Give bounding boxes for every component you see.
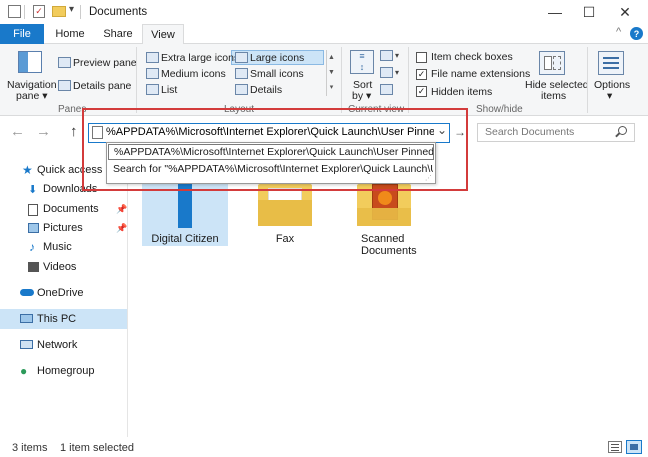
sort-by-icon[interactable]: ≡ ↕ — [350, 50, 374, 74]
file-name-extensions-checkbox[interactable]: ✓ — [416, 69, 427, 80]
document-icon — [28, 204, 38, 216]
extra-large-icons-icon — [146, 52, 159, 63]
large-icons-option[interactable]: Large icons — [250, 52, 304, 64]
cloud-icon — [20, 289, 34, 296]
small-icons-option[interactable]: Small icons — [250, 68, 304, 80]
item-check-boxes-label: Item check boxes — [431, 51, 513, 63]
item-count: 3 items — [12, 442, 48, 454]
small-icons-icon — [235, 68, 248, 79]
sidebar-item-label: This PC — [37, 313, 77, 325]
preview-pane-icon — [58, 57, 71, 68]
details-icon — [235, 84, 248, 95]
ribbon-separator — [408, 47, 409, 113]
sidebar-item-label: OneDrive — [37, 287, 84, 299]
layout-scroll[interactable]: ▲ ▼ ▾ — [326, 50, 336, 96]
ribbon-separator — [136, 47, 137, 113]
music-icon: ♪ — [29, 240, 35, 254]
details-pane-icon — [58, 80, 71, 91]
sidebar-item-label: Network — [37, 339, 78, 351]
preview-pane-button[interactable]: Preview pane — [73, 57, 137, 69]
computer-icon — [20, 314, 33, 323]
details-pane-button[interactable]: Details pane — [73, 80, 131, 92]
navigation-pane-button-line2[interactable]: pane ▾ — [16, 90, 48, 102]
selection-count: 1 item selected — [60, 442, 134, 454]
size-columns-icon[interactable] — [380, 84, 393, 95]
pin-icon: 📌 — [116, 222, 128, 233]
sidebar-item-label: Pictures — [43, 222, 83, 234]
sidebar-item-label: Videos — [43, 261, 77, 273]
pictures-icon — [28, 223, 39, 233]
star-icon: ★ — [22, 163, 33, 177]
sidebar-item-music[interactable]: ♪ Music — [0, 237, 128, 257]
item-check-boxes-checkbox[interactable] — [416, 52, 427, 63]
details-view-icon[interactable] — [608, 441, 622, 453]
properties-icon[interactable]: ✓ — [33, 5, 45, 18]
hide-selected-icon[interactable] — [539, 51, 565, 75]
qat-divider — [24, 5, 25, 19]
large-icons-icon — [235, 52, 248, 63]
pin-icon: 📌 — [116, 203, 128, 214]
hidden-items-checkbox[interactable]: ✓ — [416, 86, 427, 97]
sidebar-item-label: Homegroup — [37, 365, 95, 377]
up-arrow-icon[interactable]: ↑ — [70, 123, 78, 140]
add-columns-arrow-icon[interactable]: ▾ — [395, 68, 399, 77]
video-icon — [28, 262, 39, 272]
file-name-extensions-label: File name extensions — [431, 68, 531, 80]
qat-divider-2 — [80, 5, 81, 19]
list-option[interactable]: List — [161, 84, 177, 96]
ribbon-separator — [341, 47, 342, 113]
file-name-line1: Scanned — [361, 233, 405, 245]
extra-large-icons-option[interactable]: Extra large icons — [161, 52, 239, 64]
system-menu-icon[interactable] — [8, 5, 21, 18]
sidebar-item-homegroup[interactable]: ● Homegroup — [0, 361, 128, 381]
fax-folder-front — [258, 200, 312, 226]
ribbon-collapse-icon[interactable]: ^ — [616, 26, 621, 38]
sidebar-item-network[interactable]: Network — [0, 335, 128, 355]
homegroup-icon: ● — [20, 364, 28, 378]
tab-view[interactable]: View — [142, 24, 184, 45]
large-icons-view-icon[interactable] — [626, 440, 642, 454]
hidden-items-label: Hidden items — [431, 86, 493, 98]
forward-arrow-icon[interactable]: → — [36, 123, 51, 140]
sidebar-item-videos[interactable]: Videos — [0, 257, 128, 277]
sidebar-item-label: Music — [43, 241, 72, 253]
help-icon[interactable]: ? — [630, 27, 643, 40]
add-columns-icon[interactable] — [380, 67, 393, 78]
back-arrow-icon[interactable]: ← — [10, 123, 25, 140]
sidebar-item-label: Documents — [43, 203, 99, 215]
sidebar-item-onedrive[interactable]: OneDrive — [0, 283, 128, 303]
file-name: Scanned Documents — [347, 233, 427, 257]
search-input[interactable]: Search Documents — [485, 126, 574, 138]
group-by-arrow-icon[interactable]: ▾ — [395, 51, 399, 60]
navigation-pane-icon[interactable] — [18, 51, 42, 73]
qat-customize-icon[interactable]: ▾ — [69, 4, 74, 15]
sidebar-item-documents[interactable]: Documents 📌 — [0, 199, 128, 219]
tab-file[interactable]: File — [0, 24, 44, 44]
close-button[interactable]: ✕ — [602, 0, 648, 24]
tab-share[interactable]: Share — [98, 24, 138, 44]
window-title: Documents — [89, 6, 148, 18]
file-name: Digital Citizen — [151, 233, 219, 245]
sidebar-item-pictures[interactable]: Pictures 📌 — [0, 218, 128, 238]
options-dropdown-arrow[interactable]: ▾ — [607, 90, 612, 102]
list-icon — [146, 84, 159, 95]
sort-by-button-line2[interactable]: by ▾ — [352, 90, 371, 102]
file-name-line2: Documents — [361, 245, 417, 257]
medium-icons-option[interactable]: Medium icons — [161, 68, 226, 80]
ribbon-separator — [587, 47, 588, 113]
new-folder-icon[interactable] — [52, 6, 66, 17]
network-icon — [20, 340, 33, 349]
group-label-show-hide: Show/hide — [476, 104, 523, 115]
scanned-documents-folder-front — [357, 208, 411, 226]
options-icon[interactable] — [598, 51, 624, 75]
group-by-icon[interactable] — [380, 50, 393, 61]
details-option[interactable]: Details — [250, 84, 282, 96]
download-icon: ⬇ — [28, 183, 38, 196]
hide-selected-button-line2[interactable]: items — [541, 90, 566, 102]
highlight-box — [82, 108, 468, 191]
tab-home[interactable]: Home — [50, 24, 90, 44]
file-name: Fax — [275, 233, 295, 245]
medium-icons-icon — [146, 68, 159, 79]
sidebar-item-this-pc[interactable]: This PC — [0, 309, 128, 329]
